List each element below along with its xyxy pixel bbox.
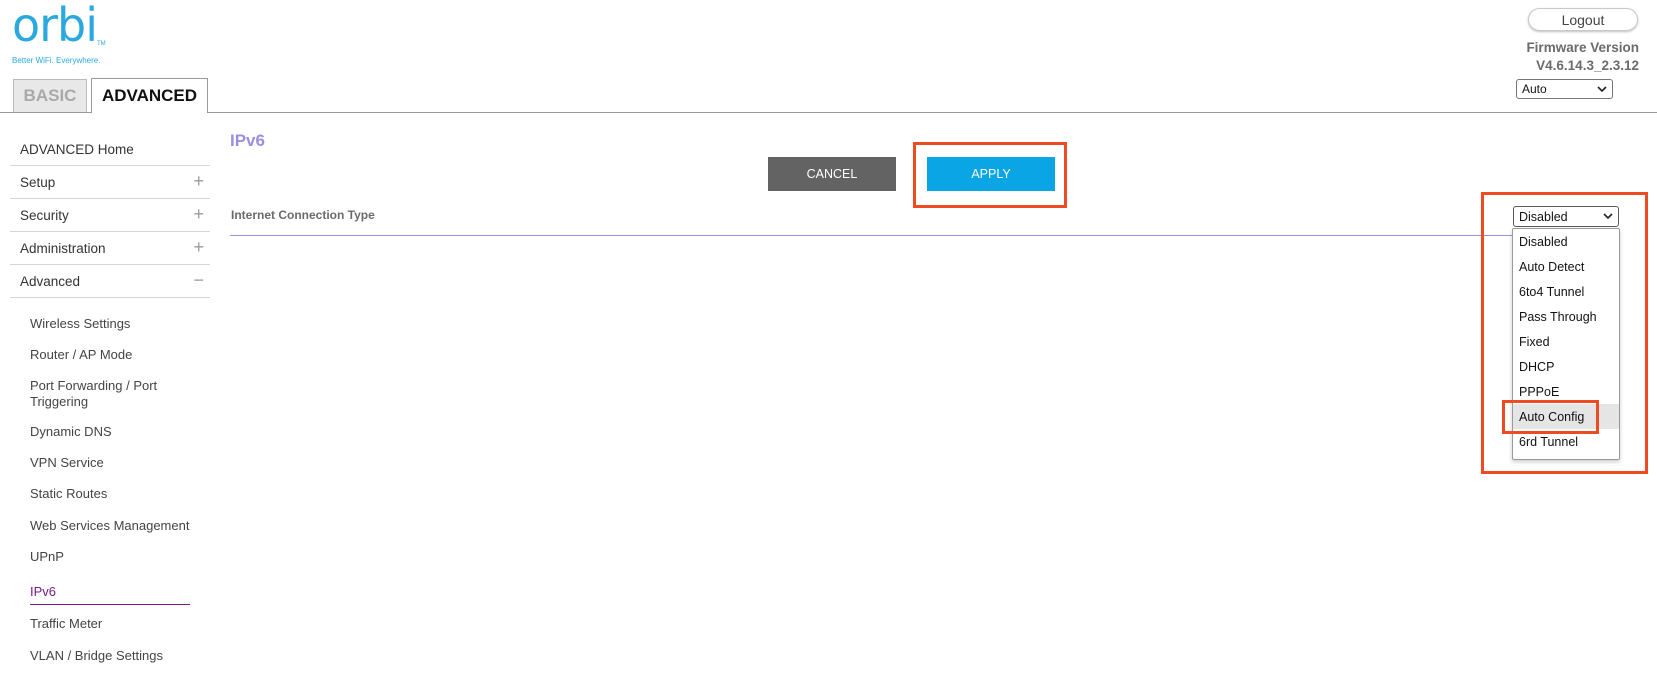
sidebar-item-security[interactable]: Security + [10,199,210,232]
tab-advanced[interactable]: ADVANCED [91,78,208,113]
apply-button[interactable]: APPLY [927,157,1055,191]
option-auto-detect[interactable]: Auto Detect [1513,254,1619,279]
sidebar-item-administration[interactable]: Administration + [10,232,210,265]
tab-basic[interactable]: BASIC [13,79,87,112]
sidebar-subitem-ipv6[interactable]: IPv6 [30,584,200,600]
internet-connection-type-label: Internet Connection Type [231,208,375,222]
sidebar-item-advanced-home[interactable]: ADVANCED Home [10,133,210,166]
chevron-down-icon [1597,82,1607,99]
firmware-version: V4.6.14.3_2.3.12 [1536,58,1639,73]
option-6to4-tunnel[interactable]: 6to4 Tunnel [1513,279,1619,304]
plus-icon[interactable]: + [193,237,204,258]
logout-button[interactable]: Logout [1528,8,1638,31]
connection-type-select[interactable]: Disabled [1513,206,1619,227]
sidebar-item-setup[interactable]: Setup + [10,166,210,199]
minus-icon[interactable]: − [193,270,204,291]
sidebar-subitem-upnp[interactable]: UPnP [30,549,200,565]
sidebar-subitem-static-routes[interactable]: Static Routes [30,486,200,502]
sidebar-subitem-vpn-service[interactable]: VPN Service [30,455,200,471]
sidebar-item-label: Administration [20,240,106,256]
sidebar-item-label: ADVANCED Home [20,141,134,157]
sidebar-subitem-port-forwarding[interactable]: Port Forwarding / Port Triggering [30,378,200,410]
sidebar-item-label: Security [20,207,69,223]
sidebar-subitem-dynamic-dns[interactable]: Dynamic DNS [30,424,200,440]
option-dhcp[interactable]: DHCP [1513,354,1619,379]
sidebar-nav: ADVANCED Home Setup + Security + Adminis… [10,133,210,298]
sidebar-subitem-wireless-settings[interactable]: Wireless Settings [30,316,200,332]
option-pass-through[interactable]: Pass Through [1513,304,1619,329]
orbi-logo: orbi TM Better WiFi. Everywhere. [12,2,122,70]
active-item-underline [30,604,190,605]
header-divider [0,112,1657,113]
cancel-button[interactable]: CANCEL [768,157,896,191]
page-title: IPv6 [230,131,265,150]
sidebar-item-label: Setup [20,174,56,190]
language-select-value: Auto [1522,82,1547,96]
option-6rd-tunnel[interactable]: 6rd Tunnel [1513,429,1619,454]
sidebar-item-label: Advanced [20,273,81,289]
sidebar-subitem-traffic-meter[interactable]: Traffic Meter [30,616,200,632]
sidebar-item-advanced[interactable]: Advanced − [10,265,210,298]
option-fixed[interactable]: Fixed [1513,329,1619,354]
option-pppoe[interactable]: PPPoE [1513,379,1619,404]
sidebar-subitem-vlan-bridge[interactable]: VLAN / Bridge Settings [30,648,200,664]
logo-tagline: Better WiFi. Everywhere. [12,56,101,65]
logo-wordmark: orbi [12,0,98,52]
language-select[interactable]: Auto [1516,79,1613,99]
sidebar-subitem-router-ap-mode[interactable]: Router / AP Mode [30,347,200,363]
connection-type-value: Disabled [1519,209,1568,224]
chevron-down-icon [1603,209,1613,226]
connection-type-dropdown: Disabled Auto Detect 6to4 Tunnel Pass Th… [1512,228,1620,460]
sidebar-subitem-web-services[interactable]: Web Services Management [30,518,200,534]
option-auto-config[interactable]: Auto Config [1513,404,1619,429]
field-divider [230,235,1515,236]
plus-icon[interactable]: + [193,171,204,192]
plus-icon[interactable]: + [193,204,204,225]
logo-trademark: TM [97,41,106,47]
option-disabled[interactable]: Disabled [1513,229,1619,254]
firmware-label: Firmware Version [1526,40,1639,55]
